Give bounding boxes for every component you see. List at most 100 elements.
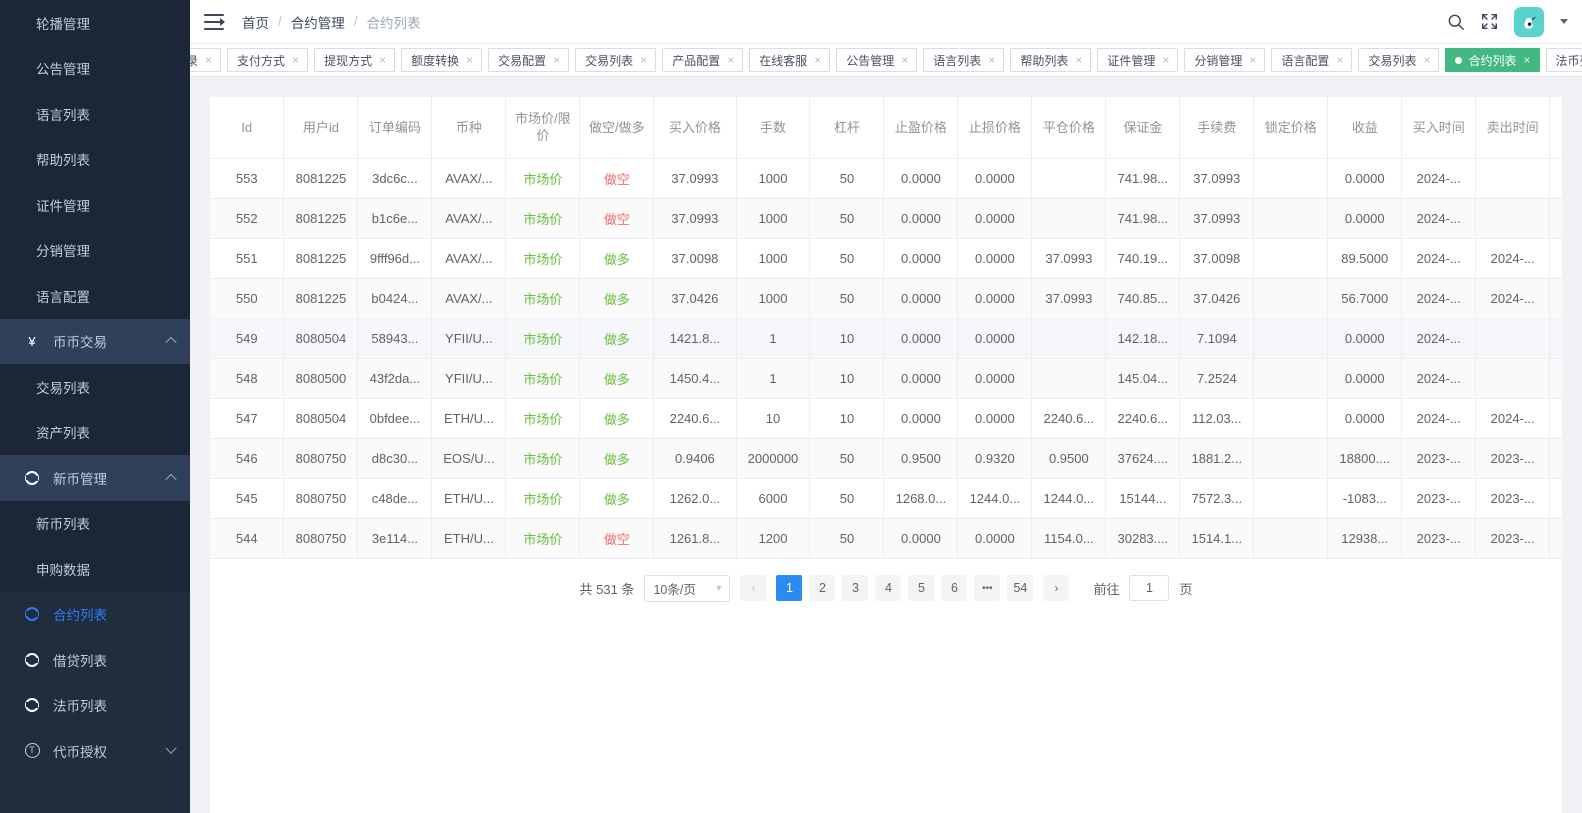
close-icon[interactable]: ×: [466, 54, 473, 66]
tab-0[interactable]: 录×: [190, 48, 222, 72]
sidebar-item-15[interactable]: 法币列表: [0, 682, 190, 728]
tab-label: 录: [190, 52, 198, 69]
tab-2[interactable]: 提现方式 ×: [314, 48, 396, 72]
sidebar-item-3[interactable]: 帮助列表: [0, 136, 190, 182]
search-icon[interactable]: [1447, 13, 1465, 31]
cell-uid: 8081225: [283, 198, 359, 239]
table-row[interactable]: 548 8080500 43f2da... YFII/U... 市场价 做多 1450.4.…: [210, 358, 1562, 399]
cell-lots: 1000: [736, 278, 811, 319]
page-button-3[interactable]: 3: [842, 575, 869, 601]
table-row[interactable]: 546 8080750 d8c30... EOS/U... 市场价 做多 0.9406 200…: [210, 438, 1562, 479]
tab-4[interactable]: 交易配置 ×: [488, 48, 570, 72]
page-button-5[interactable]: 5: [908, 575, 935, 601]
close-icon[interactable]: ×: [1523, 54, 1530, 66]
tab-14[interactable]: 交易列表 ×: [1358, 48, 1440, 72]
close-icon[interactable]: ×: [1336, 54, 1343, 66]
tab-8[interactable]: 公告管理 ×: [836, 48, 918, 72]
tab-3[interactable]: 额度转换 ×: [401, 48, 483, 72]
cell-side: 做多: [579, 278, 655, 319]
tab-5[interactable]: 交易列表 ×: [575, 48, 657, 72]
tab-9[interactable]: 语言列表 ×: [923, 48, 1005, 72]
close-icon[interactable]: ×: [1075, 54, 1082, 66]
page-size-select[interactable]: 10条/页 ▾: [644, 574, 731, 602]
page-button-1[interactable]: 1: [776, 575, 803, 601]
close-icon[interactable]: ×: [292, 54, 299, 66]
prev-page-button[interactable]: ‹: [740, 575, 767, 601]
sidebar-item-13[interactable]: 合约列表: [0, 591, 190, 637]
close-icon[interactable]: ×: [988, 54, 995, 66]
table-row[interactable]: 551 8081225 9fff96d... AVAX/... 市场价 做多 37.0098…: [210, 238, 1562, 279]
sidebar-item-12[interactable]: 申购数据: [0, 546, 190, 592]
user-avatar[interactable]: [1514, 6, 1544, 37]
table-row[interactable]: 545 8080750 c48de... ETH/U... 市场价 做多 1262.0...…: [210, 478, 1562, 519]
table-row[interactable]: 550 8081225 b0424... AVAX/... 市场价 做多 37.0426 10…: [210, 278, 1562, 319]
cell-profit: 0.0000: [1327, 358, 1403, 399]
sidebar-item-9[interactable]: 资产列表: [0, 409, 190, 455]
sidebar-item-4[interactable]: 证件管理: [0, 182, 190, 228]
sidebar-item-11[interactable]: 新币列表: [0, 500, 190, 546]
column-header-10: 止损价格: [957, 97, 1033, 159]
sidebar-item-label: 新币管理: [53, 471, 107, 487]
tab-16[interactable]: 法币列表×: [1545, 48, 1582, 72]
sidebar-item-7[interactable]: ¥ 币币交易: [0, 318, 190, 364]
cell-selltime: [1475, 318, 1551, 359]
sidebar-item-14[interactable]: 借贷列表: [0, 637, 190, 683]
cell-lots: 1: [736, 318, 811, 359]
page-button-4[interactable]: 4: [875, 575, 902, 601]
close-icon[interactable]: ×: [553, 54, 560, 66]
table-row[interactable]: 553 8081225 3dc6c... AVAX/... 市场价 做空 37.0993 10…: [210, 158, 1562, 199]
close-icon[interactable]: ×: [901, 54, 908, 66]
sidebar-item-1[interactable]: 公告管理: [0, 45, 190, 91]
cell-status: 已: [1549, 398, 1562, 439]
sidebar-item-0[interactable]: 轮播管理: [0, 0, 190, 46]
coin-icon: [22, 652, 42, 667]
breadcrumb-item-home[interactable]: 首页: [242, 12, 269, 32]
sidebar-item-2[interactable]: 语言列表: [0, 91, 190, 137]
cell-close: [1031, 158, 1107, 199]
close-icon[interactable]: ×: [727, 54, 734, 66]
tab-1[interactable]: 支付方式 ×: [227, 48, 309, 72]
page-jump-input[interactable]: [1129, 575, 1170, 601]
breadcrumb-item-contract-mgmt[interactable]: 合约管理: [291, 12, 345, 32]
tab-11[interactable]: 证件管理 ×: [1097, 48, 1179, 72]
page-button-last[interactable]: 54: [1007, 575, 1034, 601]
cell-price_type: 市场价: [505, 278, 581, 319]
column-header-1: 用户id: [283, 97, 359, 159]
fullscreen-icon[interactable]: [1481, 13, 1498, 30]
sidebar-item-10[interactable]: 新币管理: [0, 455, 190, 501]
close-icon[interactable]: ×: [814, 54, 821, 66]
cell-lots: 1000: [736, 158, 811, 199]
table-row[interactable]: 549 8080504 58943... YFII/U... 市场价 做多 1421.8..…: [210, 318, 1562, 359]
sidebar-item-label: 代币授权: [53, 744, 107, 760]
table-scroll-container[interactable]: Id 用户id 订单编码 币种 市场价/限价 做空/做多 买入价格 手数 杠杆 止盈价格 止损价格平…: [210, 97, 1562, 559]
close-icon[interactable]: ×: [640, 54, 647, 66]
page-button-2[interactable]: 2: [809, 575, 836, 601]
next-page-button[interactable]: ›: [1043, 575, 1070, 601]
sidebar-item-8[interactable]: 交易列表: [0, 364, 190, 410]
sidebar-item-16[interactable]: T 代币授权: [0, 728, 190, 774]
close-icon[interactable]: ×: [1249, 54, 1256, 66]
close-icon[interactable]: ×: [1423, 54, 1430, 66]
tab-12[interactable]: 分销管理 ×: [1184, 48, 1266, 72]
tab-15[interactable]: 合约列表 ×: [1445, 48, 1540, 72]
tab-13[interactable]: 语言配置 ×: [1271, 48, 1353, 72]
table-row[interactable]: 547 8080504 0bfdee... ETH/U... 市场价 做多 2240.6..…: [210, 398, 1562, 439]
tab-6[interactable]: 产品配置 ×: [662, 48, 744, 72]
collapse-menu-icon[interactable]: [204, 13, 225, 30]
cell-margin: 145.04...: [1105, 358, 1181, 399]
sidebar-item-6[interactable]: 语言配置: [0, 273, 190, 319]
tab-7[interactable]: 在线客服 ×: [749, 48, 831, 72]
tab-bar[interactable]: 录×支付方式×提现方式×额度转换×交易配置×交易列表×产品配置×在线客服×公告管…: [190, 44, 1582, 77]
cell-lots: 1000: [736, 238, 811, 279]
close-icon[interactable]: ×: [1162, 54, 1169, 66]
chevron-down-icon[interactable]: [1560, 19, 1568, 24]
table-row[interactable]: 552 8081225 b1c6e... AVAX/... 市场价 做空 37.0993 10…: [210, 198, 1562, 239]
cell-profit: 18800....: [1327, 438, 1403, 479]
close-icon[interactable]: ×: [379, 54, 386, 66]
page-ellipsis[interactable]: •••: [974, 575, 1001, 601]
sidebar-item-5[interactable]: 分销管理: [0, 227, 190, 273]
tab-10[interactable]: 帮助列表 ×: [1010, 48, 1092, 72]
close-icon[interactable]: ×: [205, 54, 212, 66]
table-row[interactable]: 544 8080750 3e114... ETH/U... 市场价 做空 1261.8...…: [210, 518, 1562, 559]
page-button-6[interactable]: 6: [941, 575, 968, 601]
